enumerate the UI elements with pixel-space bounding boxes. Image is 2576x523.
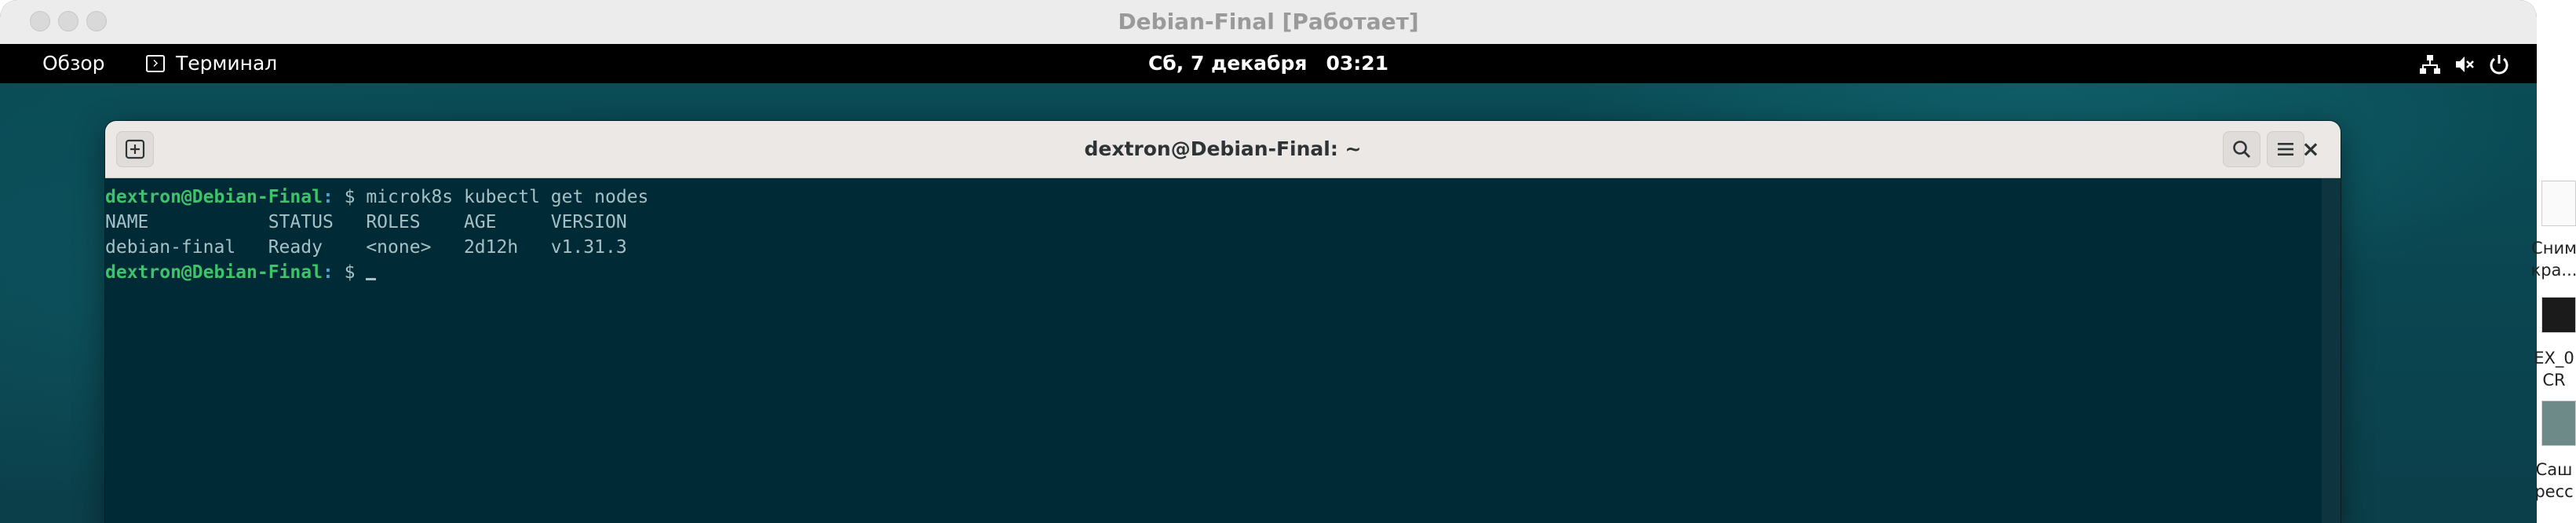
hamburger-menu-icon <box>2278 143 2293 155</box>
clock-time: 03:21 <box>1326 52 1389 75</box>
prompt-path: : <box>322 187 334 207</box>
terminal-window[interactable]: dextron@Debian-Final: ~ × dextron@Debian… <box>105 121 2341 523</box>
date-time-clock[interactable]: Сб, 7 декабря 03:21 <box>0 44 2537 83</box>
text-cursor <box>366 278 377 280</box>
terminal-output[interactable]: dextron@Debian-Final: $ microk8s kubectl… <box>105 178 2322 523</box>
clock-date: Сб, 7 декабря <box>1148 52 1308 75</box>
prompt-symbol: $ <box>333 262 367 283</box>
vm-titlebar: Debian-Final [Работает] <box>0 0 2537 45</box>
close-icon: × <box>2301 136 2320 162</box>
terminal-scrollbar[interactable] <box>2322 178 2341 523</box>
host-file-label: Сним кра... <box>2530 239 2576 280</box>
prompt-user: dextron@Debian-Final <box>105 262 323 283</box>
prompt-path: : <box>322 262 334 283</box>
terminal-headerbar: dextron@Debian-Final: ~ × <box>105 121 2341 178</box>
terminal-line: debian-final Ready <none> 2d12h v1.31.3 <box>105 237 627 258</box>
volume-muted-icon[interactable] <box>2454 53 2476 75</box>
power-icon[interactable] <box>2488 53 2510 75</box>
host-file-icon[interactable] <box>2541 181 2576 226</box>
host-file-icon[interactable] <box>2541 297 2576 333</box>
host-image-icon[interactable] <box>2541 400 2576 446</box>
command-text: microk8s kubectl get nodes <box>366 187 649 207</box>
terminal-line: dextron@Debian-Final: $ <box>105 260 377 285</box>
host-file-label: EX_0 CR <box>2534 349 2574 390</box>
terminal-line: NAME STATUS ROLES AGE VERSION <box>105 212 627 232</box>
vm-window-title: Debian-Final [Работает] <box>1118 9 1419 35</box>
search-icon <box>2233 141 2250 158</box>
prompt-symbol: $ <box>333 187 367 207</box>
terminal-close-button[interactable]: × <box>2297 135 2325 163</box>
gnome-top-bar: Обзор Терминал Сб, 7 декабря 03:21 <box>0 44 2537 83</box>
terminal-title: dextron@Debian-Final: ~ <box>1084 137 1362 160</box>
prompt-user: dextron@Debian-Final <box>105 187 323 207</box>
terminal-line: dextron@Debian-Final: $ microk8s kubectl… <box>105 185 648 210</box>
host-file-label: Саш ресс <box>2534 460 2574 501</box>
network-icon[interactable] <box>2419 53 2441 75</box>
search-button[interactable] <box>2223 131 2260 167</box>
vm-window: Debian-Final [Работает] Обзор Терминал С… <box>0 0 2537 523</box>
